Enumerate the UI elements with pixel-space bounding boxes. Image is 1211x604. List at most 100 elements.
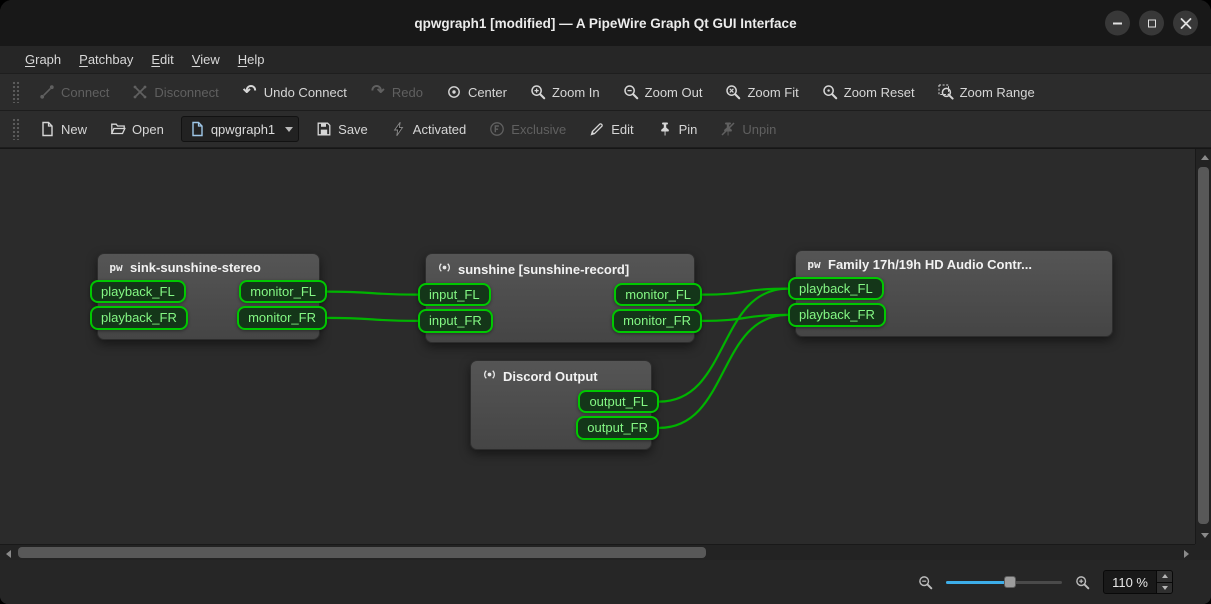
port-monitor_FL[interactable]: monitor_FL — [239, 280, 327, 303]
vertical-scrollbar[interactable] — [1195, 149, 1211, 544]
statusbar-zoom-in-button[interactable] — [1075, 575, 1090, 590]
graph-node-sunshine[interactable]: sunshine [sunshine-record]input_FLmonito… — [425, 253, 695, 343]
scroll-down-icon[interactable] — [1201, 533, 1209, 538]
connect-button[interactable]: Connect — [33, 80, 115, 104]
minimize-button[interactable] — [1105, 11, 1130, 36]
connection-wire[interactable] — [327, 318, 418, 321]
menu-view[interactable]: View — [183, 48, 229, 71]
scroll-left-icon[interactable] — [6, 550, 11, 558]
port-input_FR[interactable]: input_FR — [418, 309, 493, 332]
zoom-spin-down-button[interactable] — [1157, 582, 1172, 594]
maximize-button[interactable] — [1139, 11, 1164, 36]
zoom-fit-label: Zoom Fit — [747, 85, 798, 100]
new-label: New — [61, 122, 87, 137]
zoom-slider-handle[interactable] — [1004, 576, 1016, 588]
minimize-icon — [1113, 22, 1122, 24]
zoom-spinbox[interactable]: 110 % — [1103, 570, 1173, 594]
title-bar[interactable]: qpwgraph1 [modified] — A PipeWire Graph … — [0, 0, 1211, 46]
center-button[interactable]: Center — [440, 80, 513, 104]
status-bar: 110 % — [0, 560, 1211, 604]
connect-icon — [39, 84, 55, 100]
edit-toggle[interactable]: Edit — [583, 117, 639, 141]
zoom-in-label: Zoom In — [552, 85, 600, 100]
graph-canvas[interactable]: pwsink-sunshine-stereoplayback_FLmonitor… — [0, 149, 1195, 544]
zoom-reset-button[interactable]: Zoom Reset — [816, 80, 921, 104]
redo-label: Redo — [392, 85, 423, 100]
vertical-scrollbar-thumb[interactable] — [1198, 167, 1209, 524]
port-playback_FR[interactable]: playback_FR — [90, 306, 188, 329]
save-label: Save — [338, 122, 368, 137]
graph-node-discord-output[interactable]: Discord Outputoutput_FLoutput_FR — [470, 360, 652, 450]
disconnect-label: Disconnect — [154, 85, 218, 100]
graph-node-header: sunshine [sunshine-record] — [426, 254, 694, 281]
port-monitor_FR[interactable]: monitor_FR — [237, 306, 327, 329]
menu-patchbay[interactable]: Patchbay — [70, 48, 142, 71]
spin-up-icon — [1162, 574, 1168, 578]
zoom-fit-button[interactable]: Zoom Fit — [719, 80, 804, 104]
port-playback_FL[interactable]: playback_FL — [788, 277, 884, 300]
activated-label: Activated — [413, 122, 466, 137]
menu-help[interactable]: Help — [229, 48, 274, 71]
graph-node-header: pwFamily 17h/19h HD Audio Contr... — [796, 251, 1112, 275]
scroll-up-icon[interactable] — [1201, 155, 1209, 160]
graph-node-family-audio[interactable]: pwFamily 17h/19h HD Audio Contr...playba… — [795, 250, 1113, 337]
disconnect-button[interactable]: Disconnect — [126, 80, 224, 104]
center-label: Center — [468, 85, 507, 100]
horizontal-scrollbar[interactable] — [0, 544, 1195, 560]
activated-toggle[interactable]: Activated — [385, 117, 472, 141]
horizontal-scrollbar-thumb[interactable] — [18, 547, 706, 558]
menu-graph[interactable]: Graph — [16, 48, 70, 71]
graph-node-title: Discord Output — [503, 369, 598, 384]
pin-button[interactable]: Pin — [651, 117, 704, 141]
chevron-down-icon — [285, 127, 293, 132]
port-input_FL[interactable]: input_FL — [418, 283, 491, 306]
graph-wires — [0, 149, 1195, 544]
toolbar-drag-handle[interactable] — [12, 81, 20, 103]
connect-label: Connect — [61, 85, 109, 100]
close-button[interactable] — [1173, 11, 1198, 36]
undo-connect-button[interactable]: ↶ Undo Connect — [236, 80, 353, 104]
activated-bolt-icon — [391, 121, 407, 137]
scrollbar-corner — [1195, 544, 1211, 560]
unpin-button[interactable]: Unpin — [714, 117, 782, 141]
zoom-spin-up-button[interactable] — [1157, 571, 1172, 582]
zoom-range-button[interactable]: Zoom Range — [932, 80, 1041, 104]
window-title: qpwgraph1 [modified] — A PipeWire Graph … — [0, 16, 1211, 31]
graph-node-ports: input_FLmonitor_FLinput_FRmonitor_FR — [426, 281, 694, 342]
zoom-spinbox-value[interactable]: 110 % — [1104, 571, 1156, 593]
port-playback_FR[interactable]: playback_FR — [788, 303, 886, 326]
statusbar-zoom-out-button[interactable] — [918, 575, 933, 590]
exclusive-toggle[interactable]: Exclusive — [483, 117, 572, 141]
save-button[interactable]: Save — [310, 117, 374, 141]
port-output_FL[interactable]: output_FL — [578, 390, 659, 413]
patchbay-select[interactable]: qpwgraph1 — [181, 116, 299, 142]
center-icon — [446, 84, 462, 100]
toolbar-drag-handle[interactable] — [12, 118, 20, 140]
port-playback_FL[interactable]: playback_FL — [90, 280, 186, 303]
graph-node-title: sink-sunshine-stereo — [130, 260, 261, 275]
port-monitor_FL[interactable]: monitor_FL — [614, 283, 702, 306]
menu-bar: Graph Patchbay Edit View Help — [0, 46, 1211, 74]
redo-button[interactable]: ↷ Redo — [364, 80, 429, 104]
new-button[interactable]: New — [33, 117, 93, 141]
close-icon — [1178, 15, 1194, 31]
port-monitor_FR[interactable]: monitor_FR — [612, 309, 702, 332]
zoom-out-button[interactable]: Zoom Out — [617, 80, 709, 104]
menu-edit[interactable]: Edit — [142, 48, 182, 71]
window-controls — [1105, 11, 1198, 36]
zoom-spinbox-buttons — [1156, 571, 1172, 593]
app-window: qpwgraph1 [modified] — A PipeWire Graph … — [0, 0, 1211, 604]
zoom-out-icon — [623, 84, 639, 100]
connection-wire[interactable] — [327, 292, 418, 295]
zoom-range-icon — [938, 84, 954, 100]
port-output_FR[interactable]: output_FR — [576, 416, 659, 439]
scroll-right-icon[interactable] — [1184, 550, 1189, 558]
edit-pencil-icon — [589, 121, 605, 137]
unpin-label: Unpin — [742, 122, 776, 137]
pin-icon — [657, 121, 673, 137]
open-button[interactable]: Open — [104, 117, 170, 141]
zoom-in-button[interactable]: Zoom In — [524, 80, 606, 104]
edit-label: Edit — [611, 122, 633, 137]
zoom-slider[interactable] — [946, 574, 1062, 590]
graph-node-sink-sunshine-stereo[interactable]: pwsink-sunshine-stereoplayback_FLmonitor… — [97, 253, 320, 340]
